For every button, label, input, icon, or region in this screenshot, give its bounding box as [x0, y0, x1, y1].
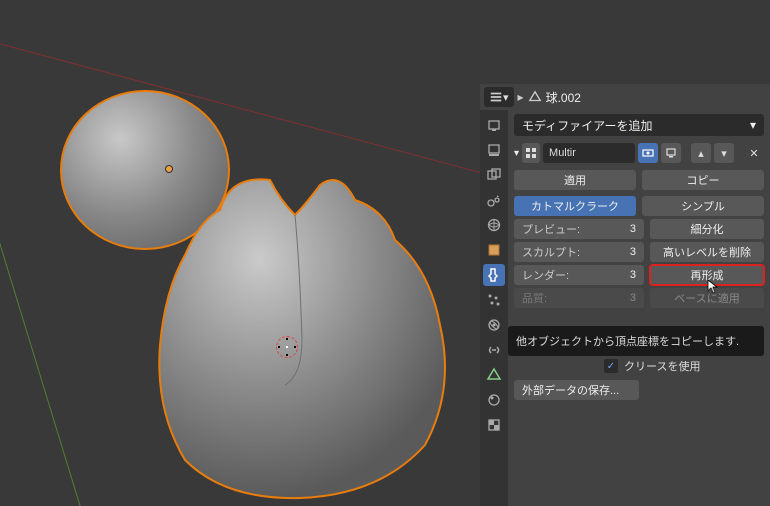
- modifier-name-field[interactable]: Multir: [543, 143, 635, 163]
- sculpt-label: スカルプト:: [522, 244, 580, 260]
- reshape-label: 再形成: [691, 267, 724, 283]
- save-external-button[interactable]: 外部データの保存...: [514, 380, 639, 400]
- sculpt-value: 3: [630, 246, 636, 258]
- tab-view-layer[interactable]: [483, 164, 505, 186]
- apply-base-button[interactable]: ベースに適用: [650, 288, 764, 308]
- tab-scene[interactable]: [483, 189, 505, 211]
- properties-header: ▾ ▸ 球.002: [480, 84, 770, 110]
- quality-label: 品質:: [522, 290, 547, 306]
- disclosure-triangle[interactable]: ▾: [514, 148, 519, 159]
- tab-physics[interactable]: [483, 314, 505, 336]
- preview-levels[interactable]: プレビュー: 3: [514, 219, 644, 239]
- tab-constraints[interactable]: [483, 339, 505, 361]
- render-levels[interactable]: レンダー: 3: [514, 265, 644, 285]
- tab-object[interactable]: [483, 239, 505, 261]
- modifier-header: ▾ Multir ▴ ▾ ✕: [514, 142, 764, 164]
- tab-material[interactable]: [483, 389, 505, 411]
- simple-button[interactable]: シンプル: [642, 196, 764, 216]
- chevron-down-icon: ▾: [750, 118, 756, 132]
- object-name: 球.002: [546, 89, 581, 106]
- move-down-button[interactable]: ▾: [714, 143, 734, 163]
- display-render-toggle[interactable]: [638, 143, 658, 163]
- tab-texture[interactable]: [483, 414, 505, 436]
- apply-button[interactable]: 適用: [514, 170, 636, 190]
- properties-panel: ▾ ▸ 球.002 モディファイアーを追加 ▾ ▾ Multir: [480, 84, 770, 506]
- delete-higher-button[interactable]: 高いレベルを削除: [650, 242, 764, 262]
- sculpt-levels[interactable]: スカルプト: 3: [514, 242, 644, 262]
- quality-value: 3: [630, 292, 636, 304]
- add-modifier-dropdown[interactable]: モディファイアーを追加 ▾: [514, 114, 764, 136]
- tab-particles[interactable]: [483, 289, 505, 311]
- modifier-panel: モディファイアーを追加 ▾ ▾ Multir ▴ ▾ ✕ 適用 コピー カトマル…: [508, 110, 770, 404]
- viewport-3d[interactable]: [0, 0, 480, 506]
- add-modifier-label: モディファイアーを追加: [522, 117, 652, 134]
- render-value: 3: [630, 269, 636, 281]
- quality-field[interactable]: 品質: 3: [514, 288, 644, 308]
- mesh-sculpted[interactable]: [130, 160, 460, 500]
- properties-tabs: [480, 110, 508, 506]
- preview-label: プレビュー:: [522, 221, 580, 237]
- tab-modifiers[interactable]: [483, 264, 505, 286]
- copy-button[interactable]: コピー: [642, 170, 764, 190]
- display-viewport-toggle[interactable]: [661, 143, 681, 163]
- subdivide-button[interactable]: 細分化: [650, 219, 764, 239]
- tab-output[interactable]: [483, 139, 505, 161]
- use-crease-label: クリースを使用: [624, 358, 700, 374]
- catmull-clark-button[interactable]: カトマルクラーク: [514, 196, 636, 216]
- preview-value: 3: [630, 223, 636, 235]
- tooltip: 他オブジェクトから頂点座標をコピーします.: [508, 326, 764, 356]
- render-label: レンダー:: [522, 267, 569, 283]
- tab-data[interactable]: [483, 364, 505, 386]
- modifier-name-text: Multir: [549, 147, 576, 159]
- multires-icon: [522, 143, 540, 163]
- move-up-button[interactable]: ▴: [691, 143, 711, 163]
- mesh-icon: [528, 90, 542, 104]
- tab-world[interactable]: [483, 214, 505, 236]
- use-crease-checkbox[interactable]: ✓: [604, 359, 618, 373]
- reshape-button[interactable]: 再形成: [650, 265, 764, 285]
- breadcrumb-sep: ▸: [518, 90, 524, 104]
- breadcrumb-dropdown[interactable]: ▾: [484, 87, 514, 107]
- object-origin: [165, 165, 173, 173]
- delete-modifier-button[interactable]: ✕: [744, 143, 764, 163]
- tab-render[interactable]: [483, 114, 505, 136]
- chevron-down-icon: ▾: [503, 91, 509, 104]
